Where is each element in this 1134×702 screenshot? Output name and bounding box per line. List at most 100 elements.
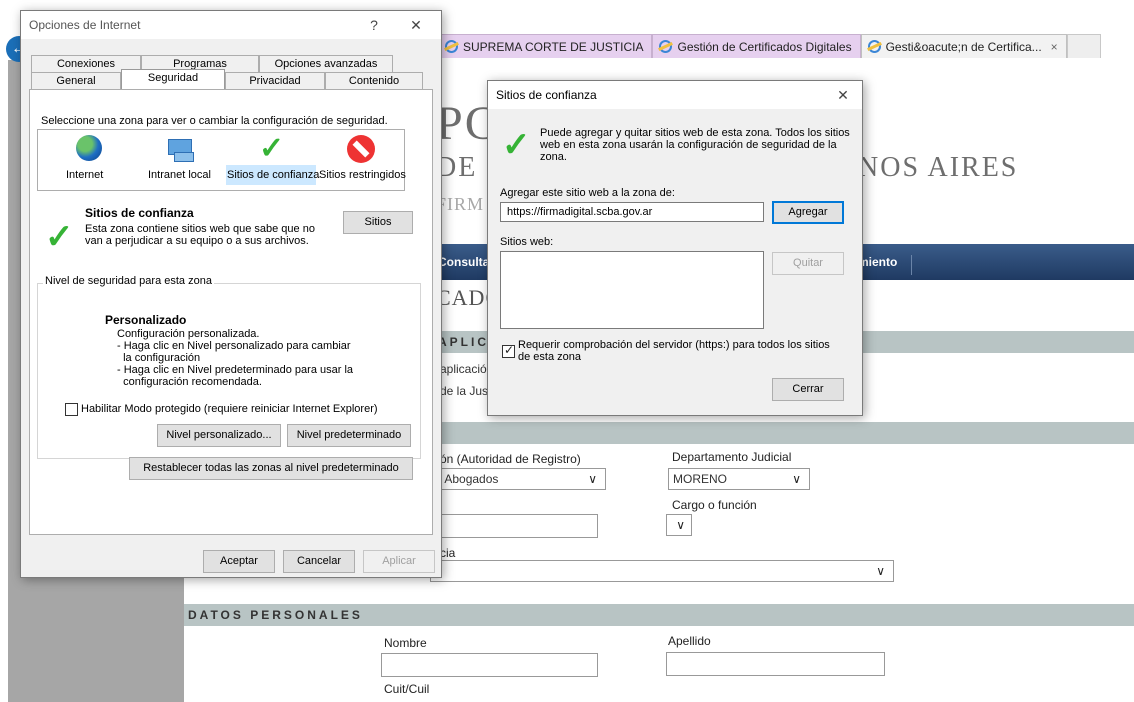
field-label: cia [440,546,456,560]
zone-label: Intranet local [148,169,211,181]
text-field[interactable] [430,514,598,538]
dialog-title: Sitios de confianza [496,88,597,102]
dialog-titlebar: Sitios de confianza ✕ [488,81,862,109]
zone-label: Sitios restringidos [319,169,406,181]
custom-level-line: - Haga clic en Nivel personalizado para … [117,340,351,352]
browser-tab-label: Gesti&oacute;n de Certifica... [885,39,1042,54]
zone-label: Internet [66,169,104,181]
zone-label: Sitios de confianza [227,169,320,181]
zone-description: Esta zona contiene sitios web que sabe q… [85,223,315,235]
nivel-personalizado-button[interactable]: Nivel personalizado... [157,424,281,447]
custom-level-line: - Haga clic en Nivel predeterminado para… [117,364,354,376]
protected-mode-checkbox[interactable] [65,403,78,416]
zone-sitios-restringidos[interactable]: Sitios restringidos [319,135,406,181]
browser-tabstrip: SUPREMA CORTE DE JUSTICIA Gestión de Cer… [438,34,1101,58]
zone-sitios-de-confianza[interactable]: ✓ Sitios de confianza [227,132,319,182]
trusted-sites-dialog: Sitios de confianza ✕ ✓ Puede agregar y … [487,80,863,416]
info-text: web en esta zona usarán la configuración… [540,139,837,151]
aplicar-button[interactable]: Aplicar [363,550,435,573]
require-https-label: de esta zona [518,351,581,363]
section-bar-datos-personales: DATOS PERSONALES [184,604,1134,626]
add-site-label: Agregar este sitio web a la zona de: [500,187,675,199]
sites-list[interactable] [500,251,764,329]
chevron-down-icon: ∨ [588,472,597,486]
quitar-button[interactable]: Quitar [772,252,844,275]
tab-contenido[interactable]: Contenido [325,72,423,89]
protected-mode-label: Habilitar Modo protegido (requiere reini… [81,403,378,415]
tab-privacidad[interactable]: Privacidad [225,72,325,89]
ie-icon [445,40,458,53]
chevron-down-icon: ∨ [676,518,685,532]
page-text: de la Justi [440,384,495,398]
tab-close-icon[interactable]: × [1051,36,1058,58]
chevron-down-icon: ∨ [792,472,801,486]
tab-seguridad[interactable]: Seguridad [121,69,225,89]
cargo-label: Cargo o función [672,498,757,512]
section-bar [430,422,1134,444]
dialog-title: Opciones de Internet [29,18,141,32]
browser-tab-label: SUPREMA CORTE DE JUSTICIA [463,39,644,54]
info-text: zona. [540,151,567,163]
dependencia-select[interactable]: ∨ [430,560,894,582]
autoridad-select[interactable]: e Abogados ∨ [430,468,606,490]
agregar-button[interactable]: Agregar [772,201,844,224]
browser-tab-label: Gestión de Certificados Digitales [677,39,852,54]
autoridad-label: ón (Autoridad de Registro) [440,452,581,466]
restricted-icon [347,135,375,163]
checkmark-icon: ✓ [259,132,285,165]
info-text: Puede agregar y quitar sitios web de est… [540,127,850,139]
tab-opciones-avanzadas[interactable]: Opciones avanzadas [259,55,393,72]
select-value: e Abogados [435,472,499,486]
aceptar-button[interactable]: Aceptar [203,550,275,573]
select-value: MORENO [673,472,727,486]
restablecer-zonas-button[interactable]: Restablecer todas las zonas al nivel pre… [129,457,413,480]
cargo-select[interactable]: ∨ [666,514,692,536]
ie-icon [659,40,673,53]
tab-general[interactable]: General [31,72,121,89]
sitios-button[interactable]: Sitios [343,211,413,234]
nombre-field[interactable] [381,653,598,677]
cuit-label: Cuit/Cuil [384,682,430,696]
ie-icon [867,40,881,53]
zone-title: Sitios de confianza [85,206,194,220]
group-legend: Nivel de seguridad para esta zona [43,275,214,287]
apellido-field[interactable] [666,652,885,676]
require-https-checkbox[interactable] [502,343,515,358]
cerrar-button[interactable]: Cerrar [772,378,844,401]
cancelar-button[interactable]: Cancelar [283,550,355,573]
logo-text: NOS AIRES [858,152,1019,183]
departamento-label: Departamento Judicial [672,450,792,464]
zone-internet[interactable]: Internet [66,135,103,181]
sites-list-label: Sitios web: [500,236,554,248]
new-tab-button[interactable] [1066,34,1101,58]
dialog-titlebar: Opciones de Internet ? ✕ [21,11,441,39]
browser-tab-suprema[interactable]: SUPREMA CORTE DE JUSTICIA [438,34,653,58]
apellido-label: Apellido [668,634,711,648]
nombre-label: Nombre [384,636,427,650]
departamento-select[interactable]: MORENO ∨ [668,468,810,490]
url-input[interactable]: https://firmadigital.scba.gov.ar [500,202,764,222]
close-icon[interactable]: ✕ [401,11,431,39]
nav-item[interactable]: miento [858,255,913,275]
checkmark-icon: ✓ [502,126,531,164]
logo-subtext: FIRM [436,194,485,214]
zone-prompt: Seleccione una zona para ver o cambiar l… [41,115,388,127]
checkmark-icon: ✓ [45,218,74,256]
window-edge [0,60,8,702]
globe-icon [76,135,102,161]
nivel-predeterminado-button[interactable]: Nivel predeterminado [287,424,411,447]
close-icon[interactable]: ✕ [828,81,858,109]
logo-text: DE [436,152,478,183]
custom-level-line: la configuración [117,352,201,364]
tab-row-bottom: General Seguridad Privacidad Contenido [31,69,423,89]
zone-description: van a perjudicar a su equipo o a sus arc… [85,235,309,247]
custom-level-line: Configuración personalizada. [117,328,260,340]
chevron-down-icon: ∨ [876,564,885,578]
help-icon[interactable]: ? [359,11,389,39]
zone-intranet-local[interactable]: Intranet local [148,135,211,181]
browser-tab-gestion[interactable]: Gestión de Certificados Digitales [652,34,861,58]
intranet-icon [166,135,194,162]
nav-item-consulta[interactable]: Consulta [438,255,489,269]
page-text: aplicació [440,362,487,376]
browser-tab-active[interactable]: Gesti&oacute;n de Certifica... × [860,34,1067,58]
